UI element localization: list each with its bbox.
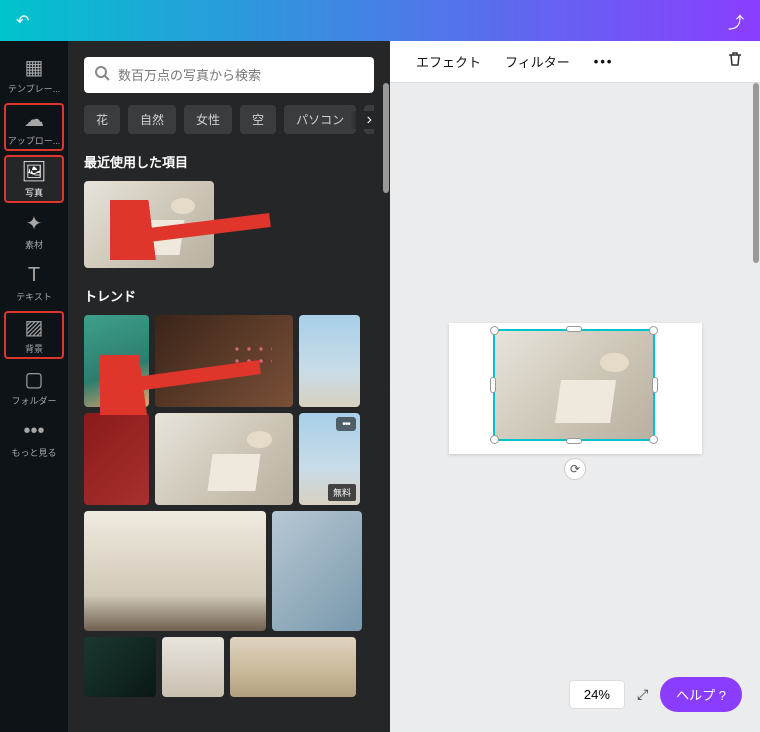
chip-woman[interactable]: 女性	[184, 105, 232, 134]
free-badge: 無料	[328, 484, 356, 501]
trend-section-title: トレンド	[84, 286, 374, 305]
trend-thumb[interactable]	[230, 637, 356, 697]
sync-icon[interactable]: ⟳	[564, 458, 586, 480]
trend-thumb[interactable]	[84, 511, 266, 631]
sidebar-item-background[interactable]: ▨ 背景	[4, 311, 64, 359]
share-icon[interactable]: ⤴	[728, 9, 744, 33]
toolbar-more-button[interactable]: •••	[584, 48, 624, 75]
effect-button[interactable]: エフェクト	[406, 46, 491, 77]
template-icon: ▦	[25, 56, 44, 80]
sidebar-item-label: 写真	[25, 186, 43, 199]
canvas-scrollbar[interactable]	[752, 41, 760, 732]
sidebar-item-label: フォルダー	[11, 394, 56, 407]
sidebar-item-folder[interactable]: ▢ フォルダー	[4, 363, 64, 411]
resize-edge-l[interactable]	[490, 377, 496, 393]
sidebar-item-label: もっと見る	[11, 446, 56, 459]
trash-icon[interactable]	[726, 50, 744, 73]
sidebar-item-label: 背景	[25, 342, 43, 355]
text-icon: T	[28, 264, 40, 288]
search-box[interactable]	[84, 57, 374, 93]
more-dots-icon[interactable]: •••	[336, 417, 356, 431]
annotation-arrow	[100, 355, 270, 415]
sidebar-item-more[interactable]: ••• もっと見る	[4, 415, 64, 463]
resize-edge-t[interactable]	[566, 326, 582, 332]
search-icon	[94, 65, 110, 86]
resize-edge-b[interactable]	[566, 438, 582, 444]
canvas-toolbar: エフェクト フィルター •••	[390, 41, 760, 83]
zoom-level[interactable]: 24%	[569, 680, 625, 709]
photo-icon: 🖼	[21, 160, 46, 184]
sidebar-item-text[interactable]: T テキスト	[4, 259, 64, 307]
left-sidebar: ▦ テンプレー... ☁ アップロー... 🖼 写真 ✦ 素材 T テキスト ▨…	[0, 41, 68, 732]
fullscreen-icon[interactable]: ⤢	[637, 686, 648, 703]
trend-thumb[interactable]	[162, 637, 224, 697]
resize-edge-r[interactable]	[652, 377, 658, 393]
search-input[interactable]	[118, 68, 364, 83]
design-page[interactable]: ⟳	[449, 323, 702, 454]
sidebar-item-photos[interactable]: 🖼 写真	[4, 155, 64, 203]
trend-thumb[interactable]	[155, 413, 293, 505]
trend-thumb[interactable]	[299, 315, 360, 407]
elements-icon: ✦	[26, 212, 43, 236]
chip-flower[interactable]: 花	[84, 105, 120, 134]
back-icon[interactable]: ↶	[16, 11, 29, 31]
sidebar-item-elements[interactable]: ✦ 素材	[4, 207, 64, 255]
filter-button[interactable]: フィルター	[495, 46, 580, 77]
folder-icon: ▢	[25, 368, 44, 392]
annotation-arrow	[110, 200, 280, 260]
sidebar-item-label: テンプレー...	[8, 82, 60, 95]
more-icon: •••	[23, 420, 44, 444]
sidebar-item-label: 素材	[25, 238, 43, 251]
resize-handle-tl[interactable]	[490, 326, 499, 335]
chip-pc[interactable]: パソコン	[284, 105, 356, 134]
canvas-body[interactable]: ⟳	[390, 83, 760, 732]
trend-thumb[interactable]	[84, 413, 149, 505]
sidebar-item-label: テキスト	[16, 290, 52, 303]
sidebar-item-upload[interactable]: ☁ アップロー...	[4, 103, 64, 151]
sidebar-item-label: アップロー...	[8, 134, 61, 147]
sidebar-item-template[interactable]: ▦ テンプレー...	[4, 51, 64, 99]
recent-section-title: 最近使用した項目	[84, 152, 374, 171]
trend-thumb[interactable]	[84, 637, 156, 697]
trend-thumb[interactable]	[272, 511, 362, 631]
resize-handle-tr[interactable]	[649, 326, 658, 335]
upload-icon: ☁	[24, 108, 44, 132]
resize-handle-br[interactable]	[649, 435, 658, 444]
selected-image[interactable]	[493, 329, 655, 441]
trend-thumb[interactable]: ••• 無料	[299, 413, 360, 505]
chip-row: 花 自然 女性 空 パソコン キラキ ›	[84, 105, 374, 134]
panel-scrollbar[interactable]	[382, 41, 390, 732]
help-button[interactable]: ヘルプ ?	[660, 677, 742, 712]
bottom-controls: 24% ⤢ ヘルプ ?	[569, 677, 742, 712]
resize-handle-bl[interactable]	[490, 435, 499, 444]
background-icon: ▨	[25, 316, 44, 340]
chip-sky[interactable]: 空	[240, 105, 276, 134]
chevron-right-icon[interactable]: ›	[350, 111, 374, 129]
top-bar: ↶ ⤴	[0, 0, 760, 41]
canvas-area: エフェクト フィルター •••	[390, 41, 760, 732]
chip-nature[interactable]: 自然	[128, 105, 176, 134]
